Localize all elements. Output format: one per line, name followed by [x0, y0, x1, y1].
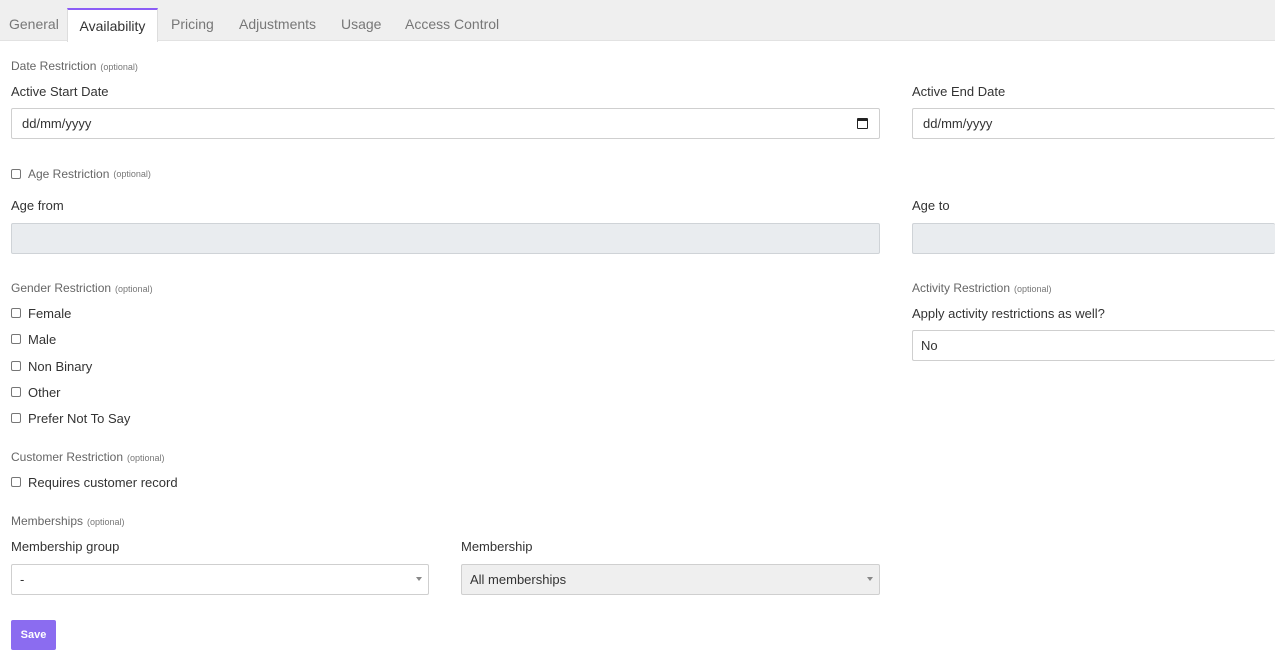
membership-group-select[interactable]: -	[11, 564, 429, 595]
male-checkbox[interactable]	[11, 334, 21, 344]
active-start-date-placeholder: dd/mm/yyyy	[22, 116, 92, 131]
chevron-down-icon	[416, 577, 422, 581]
gender-option-prefer-not-to-say[interactable]: Prefer Not To Say	[11, 410, 130, 426]
gender-restriction-label: Gender Restriction	[11, 281, 112, 295]
memberships-label: Memberships	[11, 514, 84, 528]
active-end-date-input[interactable]: dd/mm/yyyy	[912, 108, 1275, 139]
calendar-icon[interactable]	[857, 118, 868, 129]
gender-option-female[interactable]: Female	[11, 305, 71, 321]
tab-access-control[interactable]: Access Control	[405, 8, 499, 41]
customer-restriction-title: Customer Restriction (optional)	[11, 450, 165, 464]
age-restriction-checkbox[interactable]	[11, 169, 21, 179]
gender-restriction-title: Gender Restriction (optional)	[11, 281, 153, 295]
age-to-input[interactable]	[912, 223, 1275, 254]
other-checkbox[interactable]	[11, 387, 21, 397]
tab-bar: General Availability Pricing Adjustments…	[0, 0, 1275, 42]
activity-restriction-value: No	[921, 338, 938, 353]
activity-restriction-question: Apply activity restrictions as well?	[912, 306, 1105, 321]
active-end-date-label: Active End Date	[912, 84, 1006, 99]
membership-label: Membership	[461, 539, 533, 554]
membership-select[interactable]: All memberships	[461, 564, 880, 595]
age-restriction-checkbox-row[interactable]: Age Restriction (optional)	[11, 166, 151, 182]
requires-customer-record-checkbox[interactable]	[11, 477, 21, 487]
gender-option-other[interactable]: Other	[11, 384, 61, 400]
membership-group-value: -	[20, 572, 25, 587]
activity-restriction-select[interactable]: No	[912, 330, 1275, 361]
non-binary-label: Non Binary	[28, 358, 93, 374]
date-restriction-title: Date Restriction (optional)	[11, 59, 138, 73]
other-label: Other	[28, 384, 61, 400]
chevron-down-icon	[867, 577, 873, 581]
age-to-label: Age to	[912, 198, 950, 213]
tab-usage[interactable]: Usage	[341, 8, 381, 41]
activity-restriction-title: Activity Restriction (optional)	[912, 281, 1052, 295]
optional-tag: (optional)	[127, 453, 165, 463]
requires-customer-record-label: Requires customer record	[28, 474, 178, 490]
memberships-title: Memberships (optional)	[11, 514, 125, 528]
age-from-label: Age from	[11, 198, 64, 213]
optional-tag: (optional)	[113, 169, 151, 179]
customer-restriction-label: Customer Restriction	[11, 450, 124, 464]
female-label: Female	[28, 305, 72, 321]
active-end-date-placeholder: dd/mm/yyyy	[923, 116, 993, 131]
tab-general[interactable]: General	[9, 8, 59, 41]
tab-adjustments[interactable]: Adjustments	[239, 8, 316, 41]
non-binary-checkbox[interactable]	[11, 361, 21, 371]
optional-tag: (optional)	[1014, 284, 1052, 294]
male-label: Male	[28, 331, 57, 347]
active-start-date-input[interactable]: dd/mm/yyyy	[11, 108, 880, 139]
prefer-not-to-say-checkbox[interactable]	[11, 413, 21, 423]
tab-availability[interactable]: Availability	[67, 8, 158, 42]
age-restriction-label: Age Restriction	[28, 167, 110, 181]
active-start-date-label: Active Start Date	[11, 84, 109, 99]
age-from-input[interactable]	[11, 223, 880, 254]
membership-value: All memberships	[470, 572, 567, 587]
optional-tag: (optional)	[100, 62, 138, 72]
female-checkbox[interactable]	[11, 308, 21, 318]
date-restriction-label: Date Restriction	[11, 59, 97, 73]
save-button[interactable]: Save	[11, 620, 56, 650]
activity-restriction-label: Activity Restriction	[912, 281, 1011, 295]
optional-tag: (optional)	[115, 284, 153, 294]
membership-group-label: Membership group	[11, 539, 120, 554]
optional-tag: (optional)	[87, 517, 125, 527]
tab-pricing[interactable]: Pricing	[171, 8, 214, 41]
gender-option-non-binary[interactable]: Non Binary	[11, 358, 92, 374]
gender-option-male[interactable]: Male	[11, 331, 56, 347]
prefer-not-to-say-label: Prefer Not To Say	[28, 410, 131, 426]
requires-customer-record-row[interactable]: Requires customer record	[11, 474, 178, 490]
